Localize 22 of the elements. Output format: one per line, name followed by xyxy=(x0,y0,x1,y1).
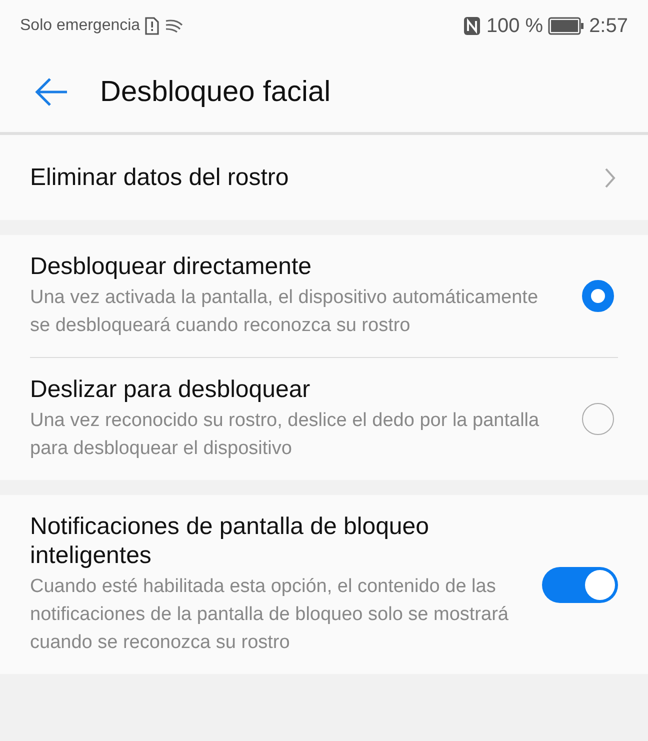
chevron-right-icon xyxy=(604,166,616,188)
setting-description: Cuando esté habilitada esta opción, el contenido de las notificaciones de la pantalla de bloqueo solo se mostrará cuando se reconozca su rostro xyxy=(30,575,510,655)
radio-button[interactable] xyxy=(582,403,614,435)
carrier-text: Solo emergencia xyxy=(20,17,140,35)
setting-description: Una vez activada la pantalla, el dispositivo automáticamente se desbloqueará cuando reconozca su rostro xyxy=(30,286,540,338)
battery-icon xyxy=(548,17,584,35)
nfc-icon xyxy=(463,16,482,36)
toggle-switch[interactable] xyxy=(542,566,618,602)
setting-row[interactable]: Deslizar para desbloquear Una vez reconocido su rostro, deslice el dedo por la pantalla para desbloquear el dispositivo xyxy=(30,357,618,480)
back-arrow-icon xyxy=(35,77,69,107)
radio-button[interactable] xyxy=(582,280,614,312)
setting-title: Eliminar datos del rostro xyxy=(30,163,290,192)
setting-row[interactable]: Desbloquear directamente Una vez activada la pantalla, el dispositivo automáticamente se desbloqueará cuando reconozca su rostro xyxy=(30,235,618,357)
setting-title: Desbloquear directamente xyxy=(30,252,312,281)
swirl-icon xyxy=(164,19,184,33)
setting-title: Notificaciones de pantalla de bloqueo inteligentes xyxy=(30,512,430,570)
battery-percent: 100 % xyxy=(486,14,544,38)
setting-description: Una vez reconocido su rostro, deslice el dedo por la pantalla para desbloquear el dispositivo xyxy=(30,409,540,461)
page-title: Desbloqueo facial xyxy=(100,76,331,108)
setting-title: Deslizar para desbloquear xyxy=(30,375,312,404)
clock-time: 2:57 xyxy=(589,14,628,38)
sim-alert-icon xyxy=(145,17,160,35)
